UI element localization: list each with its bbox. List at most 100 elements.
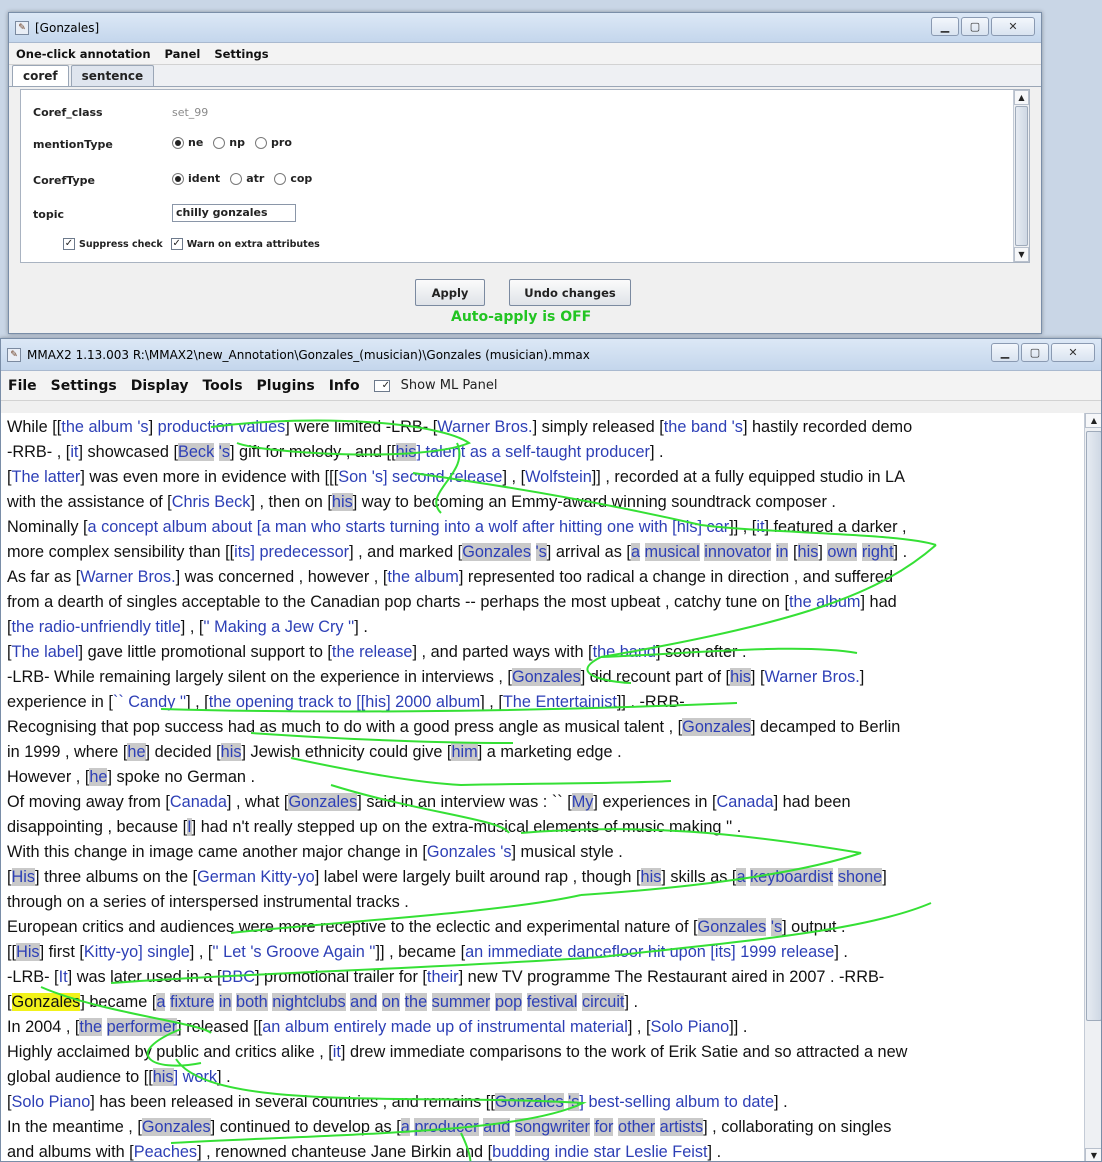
markable[interactable]: Warner Bros. <box>437 418 532 436</box>
markable[interactable]: in <box>775 543 789 561</box>
scroll-down-icon[interactable]: ▼ <box>1014 247 1029 262</box>
markable[interactable]: ] work <box>174 1068 217 1086</box>
radio-cop[interactable]: cop <box>274 172 312 185</box>
markable[interactable]: his <box>395 443 417 461</box>
text-line[interactable]: As far as [Warner Bros.] was concerned ,… <box>1 565 1084 590</box>
markable[interactable]: fixture <box>169 993 215 1011</box>
text-line[interactable]: [The label] gave little promotional supp… <box>1 640 1084 665</box>
text-line[interactable]: with the assistance of [Chris Beck] , th… <box>1 490 1084 515</box>
markable[interactable]: ] best-selling album to date <box>579 1093 774 1111</box>
markable[interactable]: Gonzales <box>427 843 496 861</box>
markable[interactable]: his <box>331 493 353 511</box>
markable[interactable]: its <box>234 543 250 561</box>
scroll-thumb[interactable] <box>1015 106 1028 246</box>
text-line[interactable]: European critics and audiences were more… <box>1 915 1084 940</box>
menu-panel[interactable]: Panel <box>158 47 208 61</box>
markable[interactable]: circuit <box>581 993 625 1011</box>
markable[interactable]: It <box>59 968 68 986</box>
markable[interactable]: Gonzales <box>697 918 767 936</box>
markable[interactable]: musical <box>644 543 700 561</box>
markable[interactable]: artists <box>659 1118 704 1136</box>
radio-pro[interactable]: pro <box>255 136 292 149</box>
minimize-icon[interactable]: ▁ <box>931 17 959 36</box>
markable[interactable]: nightclubs <box>272 993 346 1011</box>
markable[interactable]: songwriter <box>514 1118 590 1136</box>
markable[interactable]: shone <box>837 868 883 886</box>
radio-np[interactable]: np <box>213 136 245 149</box>
markable[interactable]: German Kitty-yo <box>197 868 315 886</box>
markable[interactable]: an album entirely made up of instrumenta… <box>262 1018 628 1036</box>
tab-coref[interactable]: coref <box>12 65 69 86</box>
markable[interactable]: ] predecessor <box>250 543 349 561</box>
markable[interactable]: the band 's <box>664 418 743 436</box>
text-line[interactable]: -LRB- While remaining largely silent on … <box>1 665 1084 690</box>
document-scrollbar[interactable]: ▲ ▼ <box>1084 413 1101 1161</box>
menu-file[interactable]: File <box>1 378 44 394</box>
markable[interactable]: Kitty-yo <box>84 943 138 961</box>
markable[interactable]: BBC <box>222 968 255 986</box>
markable[interactable]: the <box>79 1018 103 1036</box>
markable[interactable]: ] talent as a self-taught producer <box>416 443 650 461</box>
text-line[interactable]: and albums with [Peaches] , renowned cha… <box>1 1140 1084 1161</box>
markable[interactable]: The latter <box>12 468 81 486</box>
markable[interactable]: producer <box>414 1118 479 1136</box>
text-line[interactable]: Recognising that pop success had as much… <box>1 715 1084 740</box>
markable[interactable]: 's <box>367 468 383 486</box>
markable[interactable]: Beck <box>178 443 215 461</box>
markable[interactable]: it <box>333 1043 341 1061</box>
document-text-pane[interactable]: While [[the album 's] production values]… <box>1 413 1084 1161</box>
menu-info[interactable]: Info <box>322 378 367 394</box>
text-line[interactable]: [His] three albums on the [German Kitty-… <box>1 865 1084 890</box>
text-line[interactable]: global audience to [[his] work] . <box>1 1065 1084 1090</box>
menu-one-click-annotation[interactable]: One-click annotation <box>9 47 158 61</box>
markable[interactable]: an immediate dancefloor hit upon [its] 1… <box>465 943 834 961</box>
markable[interactable]: budding indie star Leslie Feist <box>492 1143 707 1161</box>
markable[interactable]: '' Let 's Groove Again '' <box>212 943 375 961</box>
menu-display[interactable]: Display <box>124 378 196 394</box>
radio-ident[interactable]: ident <box>172 172 220 185</box>
markable[interactable]: ] single <box>138 943 190 961</box>
markable[interactable]: his <box>152 1068 174 1086</box>
attribute-panel-scrollbar[interactable]: ▲ ▼ <box>1013 90 1029 262</box>
text-line[interactable]: [Solo Piano] has been released in severa… <box>1 1090 1084 1115</box>
markable[interactable]: The Entertainist <box>503 693 617 711</box>
warn-extra-attributes-checkbox[interactable]: ✓ Warn on extra attributes <box>170 238 320 250</box>
text-line[interactable]: [Gonzales] became [a fixture in both nig… <box>1 990 1084 1015</box>
scroll-up-icon[interactable]: ▲ <box>1085 413 1101 428</box>
markable[interactable]: and <box>350 993 378 1011</box>
markable[interactable]: Peaches <box>134 1143 197 1161</box>
text-line[interactable]: disappointing , because [I] had n't real… <box>1 815 1084 840</box>
markable[interactable]: Gonzales <box>141 1118 211 1136</box>
main-titlebar[interactable]: ✎ MMAX2 1.13.003 R:\MMAX2\new_Annotation… <box>1 339 1101 371</box>
markable[interactable]: 's <box>770 918 783 936</box>
markable[interactable]: Warner Bros. <box>765 668 860 686</box>
text-line[interactable]: [[His] first [Kitty-yo] single] , ['' Le… <box>1 940 1084 965</box>
tab-sentence[interactable]: sentence <box>70 65 155 86</box>
markable[interactable]: own <box>827 543 858 561</box>
markable[interactable]: on <box>381 993 400 1011</box>
markable[interactable]: Wolfstein <box>525 468 592 486</box>
text-line[interactable]: In the meantime , [Gonzales] continued t… <box>1 1115 1084 1140</box>
markable[interactable]: his <box>730 668 751 686</box>
text-line[interactable]: Of moving away from [Canada] , what [Gon… <box>1 790 1084 815</box>
markable[interactable]: a <box>630 543 640 561</box>
menu-settings[interactable]: Settings <box>207 47 275 61</box>
markable[interactable]: keyboardist <box>750 868 834 886</box>
text-line[interactable]: However , [he] spoke no German . <box>1 765 1084 790</box>
markable[interactable]: a <box>400 1118 410 1136</box>
markable[interactable]: `` Candy '' <box>113 693 186 711</box>
markable[interactable]: his <box>640 868 662 886</box>
markable[interactable]: Son <box>338 468 367 486</box>
markable[interactable]: Canada <box>170 793 227 811</box>
markable[interactable]: him <box>451 743 478 761</box>
text-line[interactable]: In 2004 , [the performer] released [[an … <box>1 1015 1084 1040</box>
topic-input[interactable]: chilly gonzales <box>172 204 296 222</box>
markable[interactable]: and <box>483 1118 511 1136</box>
show-ml-panel-checkbox[interactable]: ✓ Show ML Panel <box>367 378 512 393</box>
markable[interactable]: 's <box>496 843 511 861</box>
markable[interactable]: their <box>427 968 459 986</box>
markable[interactable]: the album <box>387 568 459 586</box>
markable[interactable]: Gonzales <box>682 718 751 736</box>
scroll-up-icon[interactable]: ▲ <box>1014 90 1029 105</box>
markable[interactable]: Chris Beck <box>172 493 251 511</box>
